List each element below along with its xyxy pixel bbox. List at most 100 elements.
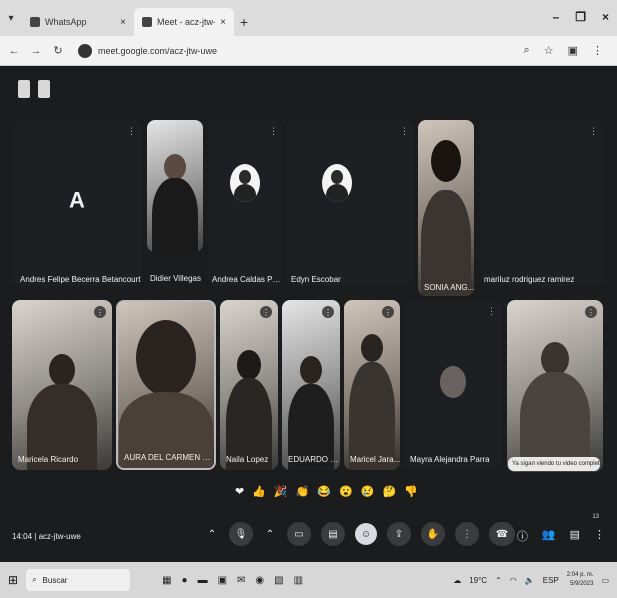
site-info-icon[interactable]	[78, 43, 92, 58]
participant-tile[interactable]: SONIA ANG...	[418, 120, 474, 296]
minimize-button[interactable]: –	[553, 10, 560, 24]
camera-button[interactable]: ▭	[287, 522, 311, 546]
tab-label: WhatsApp	[45, 17, 87, 27]
more-options-icon[interactable]: ⋮	[127, 126, 136, 137]
participant-video	[300, 356, 322, 384]
more-options-icon[interactable]: ⋮	[322, 306, 334, 318]
more-options-icon[interactable]: ⋮	[94, 306, 106, 318]
tab-whatsapp[interactable]: WhatsApp ×	[22, 8, 134, 36]
volume-icon[interactable]: 🔈	[525, 576, 535, 585]
store-icon[interactable]: ▣	[218, 575, 227, 586]
close-tab-icon[interactable]: ×	[120, 17, 126, 28]
extensions-icon[interactable]: ▣	[568, 44, 578, 57]
reaction-thumbs-up-icon[interactable]: 👍	[252, 485, 266, 498]
clock-time: 2:04 p. m.	[566, 572, 594, 578]
close-window-button[interactable]: ×	[602, 10, 609, 24]
reaction-laugh-icon[interactable]: 😂	[317, 485, 331, 498]
reaction-heart-icon[interactable]: ❤	[235, 485, 244, 498]
participant-name: Mayra Alejandra Parra	[410, 455, 490, 464]
edge-icon[interactable]: ●	[182, 575, 188, 586]
tab-meet[interactable]: Meet - acz-jtw-uwe ×	[134, 8, 234, 36]
participant-tile[interactable]: A ⋮ Andres Felipe Becerra Betancourt	[12, 120, 142, 286]
participant-video	[361, 334, 383, 362]
reaction-sad-icon[interactable]: 😢	[361, 485, 375, 498]
raise-hand-button[interactable]: ✋	[421, 522, 445, 546]
chevron-up-icon[interactable]: ⌃	[263, 522, 277, 546]
participant-tile[interactable]	[147, 120, 203, 252]
participant-tile[interactable]: ⋮ Maricel Jara...	[344, 300, 400, 470]
taskbar-search[interactable]: ⌕ Buscar	[26, 569, 131, 591]
more-options-icon[interactable]: ⋮	[382, 306, 394, 318]
url-field[interactable]: meet.google.com/acz-jtw-uwe	[74, 41, 514, 61]
reaction-thumbs-down-icon[interactable]: 👎	[404, 485, 418, 498]
leave-call-button[interactable]: ☎	[489, 522, 515, 546]
participant-name: AURA DEL CARMEN GON...	[124, 453, 215, 462]
participant-name: SONIA ANG...	[424, 283, 474, 292]
windows-start-icon[interactable]: ⊞	[8, 573, 18, 587]
search-label: Buscar	[42, 575, 68, 585]
people-icon[interactable]: 👥	[542, 528, 556, 544]
participant-tile[interactable]: ⋮ mariluz rodriguez ramirez	[480, 120, 604, 286]
file-explorer-icon[interactable]: ▬	[198, 575, 208, 586]
new-tab-button[interactable]: +	[234, 8, 254, 36]
weather-temp: 19°C	[469, 575, 488, 585]
mic-button[interactable]: 🎙	[229, 522, 253, 546]
whatsapp-favicon-icon	[30, 17, 40, 27]
close-tab-icon[interactable]: ×	[220, 17, 226, 28]
present-button[interactable]: ⇪	[387, 522, 411, 546]
activities-icon[interactable]: ⋮	[594, 528, 605, 544]
participant-tile[interactable]: ⋮ EDUARDO SI...	[282, 300, 340, 470]
chat-icon[interactable]: ▤	[570, 528, 580, 544]
reaction-party-icon[interactable]: 🎉	[274, 485, 288, 498]
reaction-clap-icon[interactable]: 👏	[296, 485, 310, 498]
chevron-up-icon[interactable]: ⌃	[205, 522, 219, 546]
more-options-icon[interactable]: ⋮	[487, 306, 496, 317]
notifications-icon[interactable]: ▭	[601, 576, 609, 585]
bookmark-star-icon[interactable]: ☆	[544, 44, 554, 57]
participant-tile-speaking[interactable]: AURA DEL CARMEN GON...	[116, 300, 216, 470]
participant-tile[interactable]: ⋮ Naila Lopez	[220, 300, 278, 470]
more-options-icon[interactable]: ⋮	[585, 306, 597, 318]
participant-name: Naila Lopez	[226, 455, 269, 464]
mail-icon[interactable]: ✉	[237, 575, 245, 586]
participant-video	[237, 350, 261, 380]
word-icon[interactable]: ▧	[274, 575, 283, 586]
more-options-icon[interactable]: ⋮	[589, 126, 598, 137]
forward-icon[interactable]: →	[30, 45, 42, 57]
participant-tile[interactable]: ⋮ Mayra Alejandra Parra	[404, 300, 502, 470]
zoom-icon[interactable]: ⌕	[524, 44, 530, 57]
more-options-button[interactable]: ⋮	[455, 522, 479, 546]
chrome-icon[interactable]: ◉	[255, 575, 264, 586]
participant-tile[interactable]: ⋮	[507, 300, 603, 472]
panel-toggle-icon[interactable]	[38, 80, 50, 98]
reload-icon[interactable]: ↻	[52, 44, 64, 57]
restore-button[interactable]: ❐	[575, 10, 586, 24]
participant-tile[interactable]: ⋮ Andrea Caldas Pos...	[208, 120, 282, 286]
captions-button[interactable]: ▤	[321, 522, 345, 546]
clock-date: 5/9/2023	[570, 581, 594, 587]
reaction-surprised-icon[interactable]: 😮	[339, 485, 353, 498]
tab-search-icon[interactable]: ▾	[0, 0, 22, 36]
reaction-thinking-icon[interactable]: 🤔	[382, 485, 396, 498]
weather-icon[interactable]: ☁	[453, 576, 461, 585]
clock[interactable]: 2:04 p. m. 5/9/2023	[567, 571, 594, 589]
back-icon[interactable]: ←	[8, 45, 20, 57]
system-tray: ☁ 19°C ⌃ ◠ 🔈 ESP 2:04 p. m. 5/9/2023 ▭	[453, 571, 609, 589]
emoji-button[interactable]: ☺	[355, 523, 377, 545]
wifi-icon[interactable]: ◠	[510, 576, 517, 585]
more-options-icon[interactable]: ⋮	[260, 306, 272, 318]
browser-menu-icon[interactable]: ⋮	[592, 44, 603, 57]
task-view-icon[interactable]: ▦	[162, 575, 171, 586]
participant-video	[421, 190, 471, 296]
app-icon[interactable]: ▥	[294, 575, 303, 586]
language-indicator[interactable]: ESP	[543, 576, 559, 585]
more-options-icon[interactable]: ⋮	[269, 126, 278, 137]
taskbar-apps: ▦ ● ▬ ▣ ✉ ◉ ▧ ▥	[162, 575, 303, 586]
info-icon[interactable]: ⓘ	[517, 528, 528, 544]
more-options-icon[interactable]: ⋮	[400, 126, 409, 137]
participant-tile[interactable]: ⋮ Edyn Escobar	[287, 120, 413, 286]
chevron-up-icon[interactable]: ⌃	[495, 576, 502, 585]
participant-name: mariluz rodriguez ramirez	[484, 275, 575, 284]
participant-tile[interactable]: ⋮ Maricela Ricardo	[12, 300, 112, 470]
panel-toggle-icon[interactable]	[18, 80, 30, 98]
